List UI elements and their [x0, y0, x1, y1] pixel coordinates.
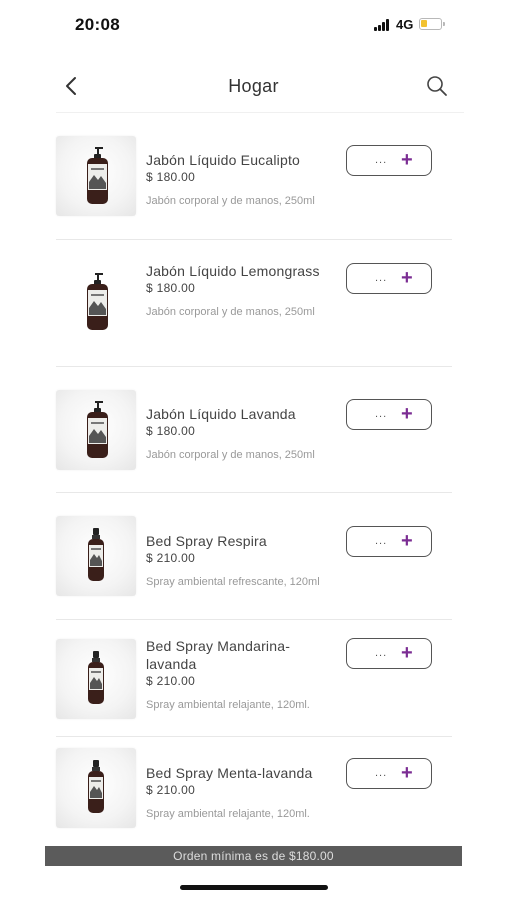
- network-label: 4G: [396, 17, 414, 32]
- product-description: Spray ambiental refrescante, 120ml: [146, 576, 320, 588]
- product-description: Jabón corporal y de manos, 250ml: [146, 449, 315, 461]
- product-image: [56, 136, 136, 216]
- product-description: Spray ambiental relajante, 120ml.: [146, 699, 310, 711]
- product-info: Bed Spray Menta-lavanda $ 210.00 Spray a…: [146, 764, 328, 821]
- quantity-value: ...: [375, 154, 388, 166]
- product-info: Jabón Líquido Lavanda $ 180.00 Jabón cor…: [146, 405, 328, 462]
- product-price: $ 180.00: [146, 281, 196, 295]
- add-button[interactable]: +: [401, 147, 413, 173]
- add-button[interactable]: +: [401, 265, 413, 291]
- search-button[interactable]: [424, 73, 450, 99]
- product-item[interactable]: Bed Spray Respira $ 210.00 Spray ambient…: [56, 493, 452, 620]
- product-image: [56, 390, 136, 470]
- product-item[interactable]: Jabón Líquido Lavanda $ 180.00 Jabón cor…: [56, 367, 452, 493]
- quantity-stepper[interactable]: ... +: [346, 399, 432, 430]
- quantity-stepper[interactable]: ... +: [346, 758, 432, 789]
- product-name: Jabón Líquido Eucalipto: [146, 152, 301, 168]
- product-description: Jabón corporal y de manos, 250ml: [146, 306, 315, 318]
- quantity-stepper[interactable]: ... +: [346, 526, 432, 557]
- product-price: $ 210.00: [146, 551, 196, 565]
- add-button[interactable]: +: [401, 640, 413, 666]
- product-name: Bed Spray Respira: [146, 533, 267, 549]
- product-description: Spray ambiental relajante, 120ml.: [146, 808, 310, 820]
- product-price: $ 210.00: [146, 783, 196, 797]
- add-button[interactable]: +: [401, 760, 413, 786]
- product-item[interactable]: Bed Spray Mandarina-lavanda $ 210.00 Spr…: [56, 620, 452, 737]
- quantity-stepper[interactable]: ... +: [346, 263, 432, 294]
- product-name: Jabón Líquido Lavanda: [146, 406, 296, 422]
- product-name: Bed Spray Mandarina-lavanda: [146, 638, 291, 672]
- add-button[interactable]: +: [401, 528, 413, 554]
- status-bar: 20:08 4G: [0, 0, 507, 50]
- product-description: Jabón corporal y de manos, 250ml: [146, 195, 315, 207]
- product-image: [56, 639, 136, 719]
- product-info: Jabón Líquido Lemongrass $ 180.00 Jabón …: [146, 262, 328, 319]
- signal-icon: [374, 19, 392, 31]
- product-image: [56, 748, 136, 828]
- product-price: $ 210.00: [146, 674, 196, 688]
- quantity-value: ...: [375, 647, 388, 659]
- battery-icon: [419, 18, 445, 30]
- app-header: Hogar: [0, 60, 507, 112]
- product-name: Jabón Líquido Lemongrass: [146, 263, 320, 279]
- quantity-value: ...: [375, 272, 388, 284]
- search-icon: [427, 76, 447, 96]
- quantity-stepper[interactable]: ... +: [346, 145, 432, 176]
- product-info: Bed Spray Respira $ 210.00 Spray ambient…: [146, 532, 328, 589]
- quantity-value: ...: [375, 535, 388, 547]
- home-indicator[interactable]: [180, 885, 328, 890]
- product-item[interactable]: Bed Spray Menta-lavanda $ 210.00 Spray a…: [56, 737, 452, 841]
- quantity-value: ...: [375, 408, 388, 420]
- product-price: $ 180.00: [146, 424, 196, 438]
- product-item[interactable]: Jabón Líquido Lemongrass $ 180.00 Jabón …: [56, 240, 452, 367]
- status-time: 20:08: [75, 15, 120, 34]
- quantity-value: ...: [375, 767, 388, 779]
- product-price: $ 180.00: [146, 170, 196, 184]
- product-image: [56, 262, 136, 342]
- product-info: Jabón Líquido Eucalipto $ 180.00 Jabón c…: [146, 151, 328, 208]
- add-button[interactable]: +: [401, 401, 413, 427]
- product-info: Bed Spray Mandarina-lavanda $ 210.00 Spr…: [146, 637, 328, 712]
- product-name: Bed Spray Menta-lavanda: [146, 765, 313, 781]
- product-item[interactable]: Jabón Líquido Eucalipto $ 180.00 Jabón c…: [56, 113, 452, 240]
- min-order-banner: Orden mínima es de $180.00: [45, 846, 462, 866]
- product-image: [56, 516, 136, 596]
- quantity-stepper[interactable]: ... +: [346, 638, 432, 669]
